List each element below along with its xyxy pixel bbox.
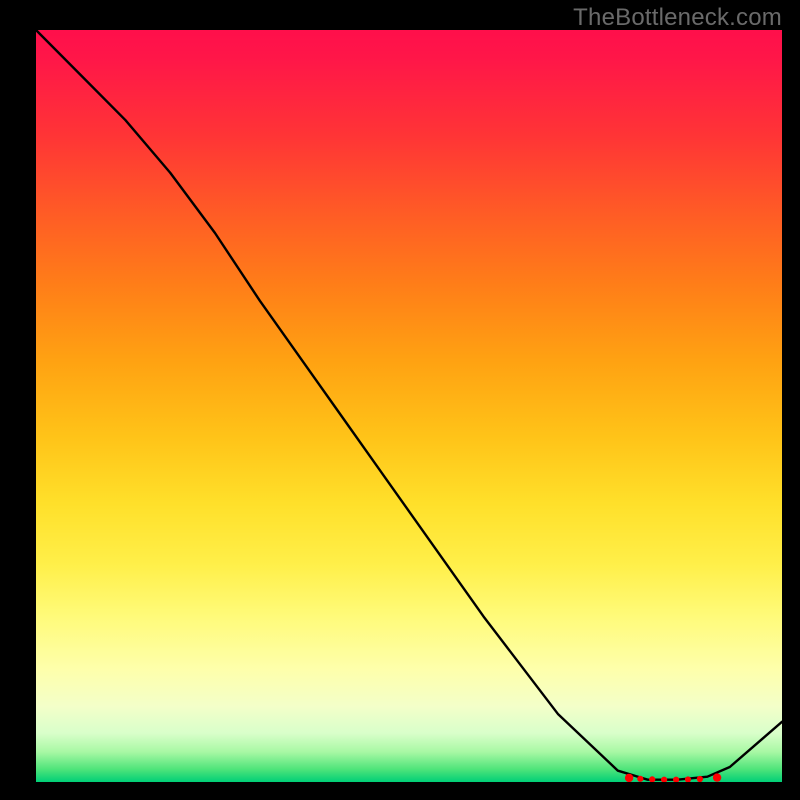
watermark-text: TheBottleneck.com bbox=[573, 4, 782, 32]
chart-frame: TheBottleneck.com bbox=[0, 0, 800, 800]
marker-dot bbox=[713, 773, 721, 781]
marker-dot bbox=[673, 777, 679, 782]
marker-dot bbox=[637, 776, 643, 782]
marker-dot bbox=[649, 776, 655, 782]
chart-svg-layer bbox=[36, 30, 782, 782]
main-curve bbox=[36, 30, 782, 780]
plot-area bbox=[36, 30, 782, 782]
marker-dot bbox=[661, 777, 667, 782]
marker-dot bbox=[625, 774, 633, 782]
marker-dot bbox=[697, 776, 703, 782]
